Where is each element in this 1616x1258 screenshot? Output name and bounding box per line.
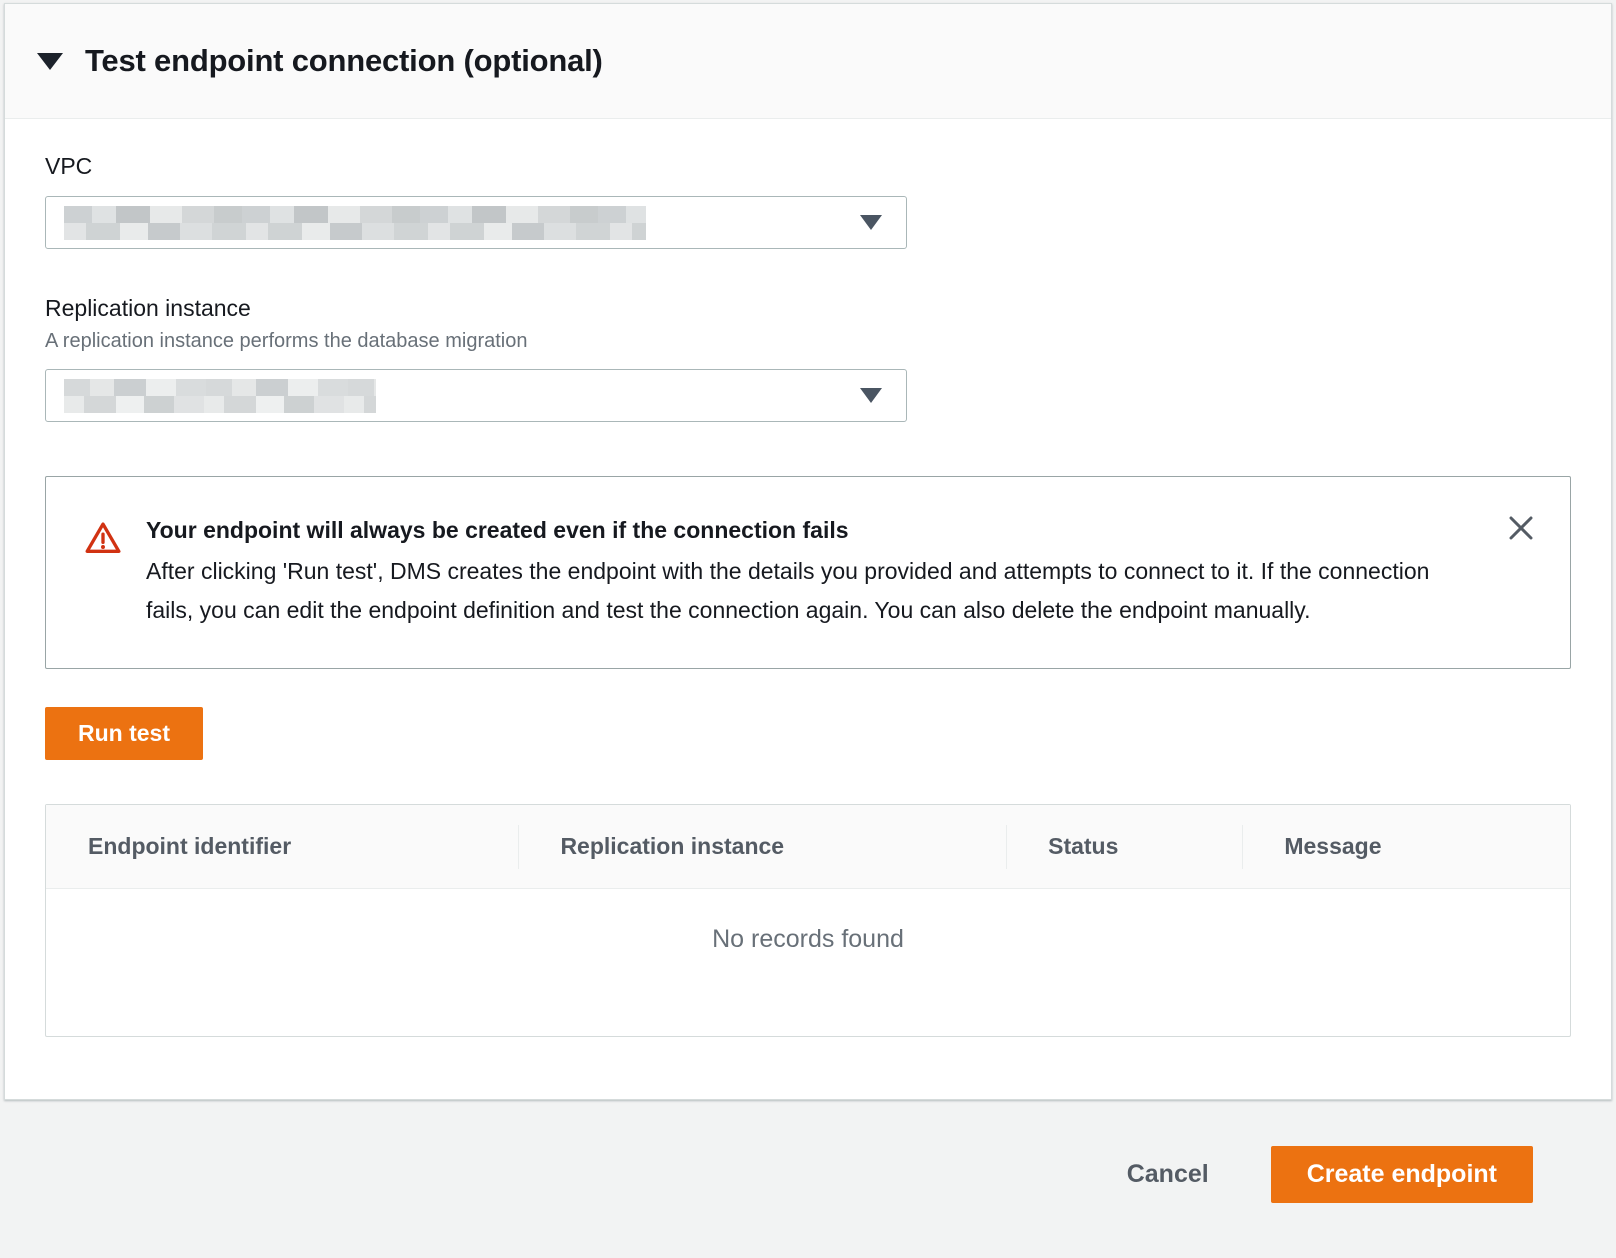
chevron-down-icon xyxy=(860,388,882,403)
alert-content: Your endpoint will always be created eve… xyxy=(146,517,1446,630)
vpc-label: VPC xyxy=(45,153,1571,180)
column-header-message[interactable]: Message xyxy=(1242,805,1570,888)
panel-title: Test endpoint connection (optional) xyxy=(85,43,603,79)
warning-triangle-icon xyxy=(84,519,122,630)
test-endpoint-connection-panel: Test endpoint connection (optional) VPC … xyxy=(4,3,1612,1100)
vpc-field-group: VPC xyxy=(45,153,1571,249)
replication-instance-redacted-value xyxy=(64,379,376,413)
chevron-down-icon xyxy=(860,215,882,230)
table-empty-state: No records found xyxy=(46,889,1570,1036)
column-header-endpoint-identifier[interactable]: Endpoint identifier xyxy=(46,805,518,888)
table-header-row: Endpoint identifier Replication instance… xyxy=(46,805,1570,889)
panel-body: VPC Replication instance A replication i… xyxy=(5,119,1611,1077)
footer-action-bar: Cancel Create endpoint xyxy=(1127,1146,1533,1203)
panel-header[interactable]: Test endpoint connection (optional) xyxy=(5,4,1611,119)
close-icon[interactable] xyxy=(1502,509,1540,547)
cancel-button[interactable]: Cancel xyxy=(1127,1160,1209,1189)
replication-instance-select[interactable] xyxy=(45,369,907,422)
run-test-button[interactable]: Run test xyxy=(45,707,203,760)
vpc-select[interactable] xyxy=(45,196,907,249)
warning-alert: Your endpoint will always be created eve… xyxy=(45,476,1571,669)
column-header-replication-instance[interactable]: Replication instance xyxy=(518,805,1006,888)
replication-instance-label: Replication instance xyxy=(45,295,1571,322)
vpc-redacted-value xyxy=(64,206,646,240)
replication-instance-field-group: Replication instance A replication insta… xyxy=(45,295,1571,422)
alert-body: After clicking 'Run test', DMS creates t… xyxy=(146,552,1446,630)
test-results-table: Endpoint identifier Replication instance… xyxy=(45,804,1571,1037)
collapse-triangle-icon xyxy=(37,53,63,70)
alert-title: Your endpoint will always be created eve… xyxy=(146,517,1446,544)
column-header-status[interactable]: Status xyxy=(1006,805,1242,888)
create-endpoint-button[interactable]: Create endpoint xyxy=(1271,1146,1533,1203)
replication-instance-description: A replication instance performs the data… xyxy=(45,330,1571,353)
